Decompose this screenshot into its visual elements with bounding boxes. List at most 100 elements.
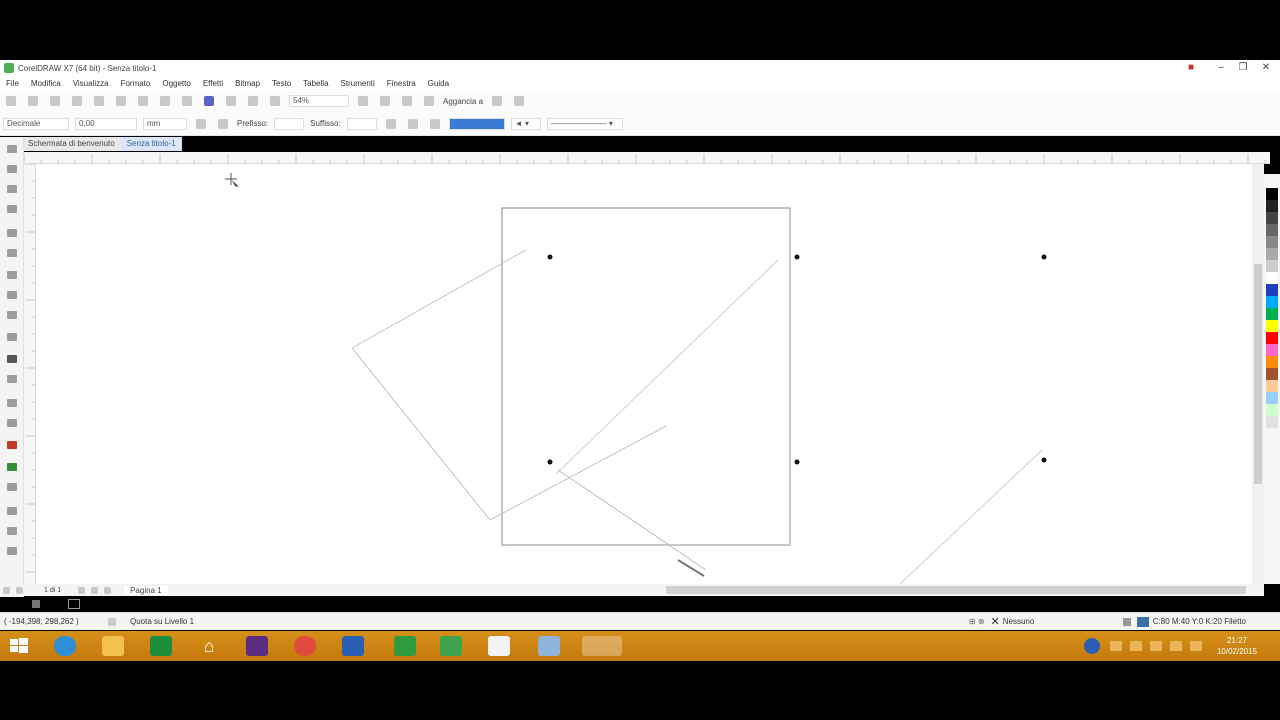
menu-formato[interactable]: Formato: [121, 79, 151, 88]
game-app-icon[interactable]: [394, 636, 416, 656]
file-explorer-icon[interactable]: [102, 636, 124, 656]
first-page-icon[interactable]: [3, 586, 10, 594]
menu-strumenti[interactable]: Strumenti: [341, 79, 375, 88]
interactive-fill-tool-icon[interactable]: [7, 463, 17, 471]
corel-capture-icon[interactable]: [488, 636, 510, 656]
print-icon[interactable]: [72, 96, 82, 106]
color-swatch[interactable]: [1266, 212, 1278, 224]
tab-untitled-1[interactable]: Senza titolo-1: [120, 137, 182, 151]
internet-explorer-icon[interactable]: [54, 636, 76, 656]
text-tool-icon[interactable]: [7, 333, 17, 341]
page-tab[interactable]: Pagina 1: [124, 585, 168, 595]
fill-status[interactable]: Nessuno: [1003, 617, 1123, 626]
vertical-ruler[interactable]: [24, 164, 36, 584]
menu-file[interactable]: File: [6, 79, 19, 88]
pick-tool-icon[interactable]: [7, 145, 17, 153]
start-button-icon[interactable]: [8, 636, 30, 656]
color-swatch[interactable]: [1266, 356, 1278, 368]
ellipse-tool-icon[interactable]: [7, 291, 17, 299]
new-document-icon[interactable]: [6, 96, 16, 106]
menu-bitmap[interactable]: Bitmap: [235, 79, 260, 88]
fill-indicator-icon[interactable]: ⊞ ⊗: [969, 617, 985, 626]
menu-guida[interactable]: Guida: [428, 79, 449, 88]
menu-oggetto[interactable]: Oggetto: [162, 79, 190, 88]
color-swatch[interactable]: [1266, 308, 1278, 320]
menu-finestra[interactable]: Finestra: [387, 79, 416, 88]
network-icon[interactable]: [1130, 641, 1142, 651]
outline-pen-icon[interactable]: [7, 507, 17, 515]
grid-icon[interactable]: [402, 96, 412, 106]
prefix-input[interactable]: [274, 117, 305, 130]
drawing-canvas[interactable]: [36, 164, 1264, 584]
color-swatch[interactable]: [1266, 260, 1278, 272]
fill-icon[interactable]: [7, 527, 17, 535]
show-units-icon[interactable]: [196, 118, 206, 129]
tab-welcome-screen[interactable]: Schermata di benvenuto: [22, 137, 121, 151]
add-page-icon[interactable]: [104, 586, 112, 594]
color-swatch[interactable]: [1266, 416, 1278, 428]
color-swatch[interactable]: [1266, 392, 1278, 404]
tray-flag-icon[interactable]: [1150, 641, 1162, 651]
eyedropper-icon[interactable]: [32, 600, 40, 608]
home-app-icon[interactable]: ⌂: [198, 636, 220, 656]
outline-width-select[interactable]: [448, 117, 505, 130]
artistic-media-tool-icon[interactable]: [7, 249, 17, 257]
drop-shadow-tool-icon[interactable]: [7, 399, 17, 407]
save-icon[interactable]: [50, 96, 60, 106]
menu-testo[interactable]: Testo: [272, 79, 291, 88]
menu-effetti[interactable]: Effetti: [203, 79, 223, 88]
close-button[interactable]: ✕: [1255, 60, 1277, 76]
connector-tool-icon[interactable]: [7, 375, 17, 383]
export-icon[interactable]: [248, 96, 258, 106]
node-handle[interactable]: [547, 254, 553, 260]
color-swatch[interactable]: [1266, 224, 1278, 236]
application-launcher-icon[interactable]: [514, 96, 525, 106]
search-content-icon[interactable]: [204, 96, 214, 106]
publish-pdf-icon[interactable]: [270, 96, 280, 106]
color-swatch[interactable]: [1266, 296, 1278, 308]
node-handle[interactable]: [794, 254, 800, 260]
color-swatch[interactable]: [1266, 404, 1278, 416]
import-icon[interactable]: [226, 96, 236, 106]
previous-page-icon[interactable]: [16, 586, 23, 594]
vertical-scroll-thumb[interactable]: [1254, 264, 1262, 484]
node-handle[interactable]: [1041, 457, 1047, 463]
dimension-units-select[interactable]: mm: [143, 117, 187, 130]
outline-color-swatch[interactable]: [1136, 616, 1149, 627]
color-swatch[interactable]: [1266, 320, 1278, 332]
dimension-tool-icon[interactable]: [7, 355, 17, 363]
menu-tabella[interactable]: Tabella: [303, 79, 328, 88]
menu-visualizza[interactable]: Visualizza: [73, 79, 109, 88]
vertical-scrollbar[interactable]: [1252, 164, 1264, 584]
crop-tool-icon[interactable]: [7, 185, 17, 193]
last-page-icon[interactable]: [91, 586, 99, 594]
extension-lines-icon[interactable]: [429, 118, 440, 129]
node-handle[interactable]: [1041, 254, 1047, 260]
menu-modifica[interactable]: Modifica: [31, 79, 61, 88]
color-swatch[interactable]: [1266, 200, 1278, 212]
photo-paint-icon[interactable]: [538, 636, 560, 656]
media-app-icon[interactable]: [246, 636, 268, 656]
clock[interactable]: 21:27 10/02/2015: [1212, 635, 1262, 657]
rulers-icon[interactable]: [380, 96, 390, 106]
dimension-style-select[interactable]: Decimale: [3, 117, 69, 130]
cut-icon[interactable]: [94, 96, 104, 106]
document-app-icon[interactable]: [342, 636, 364, 656]
zoom-tool-icon[interactable]: [7, 205, 17, 213]
horizontal-ruler[interactable]: [24, 152, 1270, 164]
copy-icon[interactable]: [116, 96, 126, 106]
options-icon[interactable]: [492, 96, 503, 106]
tray-up-arrow-icon[interactable]: [1110, 641, 1122, 651]
node-handle[interactable]: [794, 459, 800, 465]
color-swatch[interactable]: [1266, 284, 1278, 296]
node-handle[interactable]: [547, 459, 553, 465]
dimension-precision-select[interactable]: 0,00: [75, 117, 137, 130]
horizontal-scroll-thumb[interactable]: [666, 586, 1246, 594]
smart-fill-tool-icon[interactable]: [7, 483, 17, 491]
undo-icon[interactable]: [160, 96, 170, 106]
color-swatch[interactable]: [1266, 332, 1278, 344]
color-swatch[interactable]: [1266, 188, 1278, 200]
guidelines-icon[interactable]: [424, 96, 434, 106]
eyedropper-tool-icon[interactable]: [7, 441, 17, 449]
coreldraw-taskbar-icon[interactable]: [582, 636, 622, 656]
